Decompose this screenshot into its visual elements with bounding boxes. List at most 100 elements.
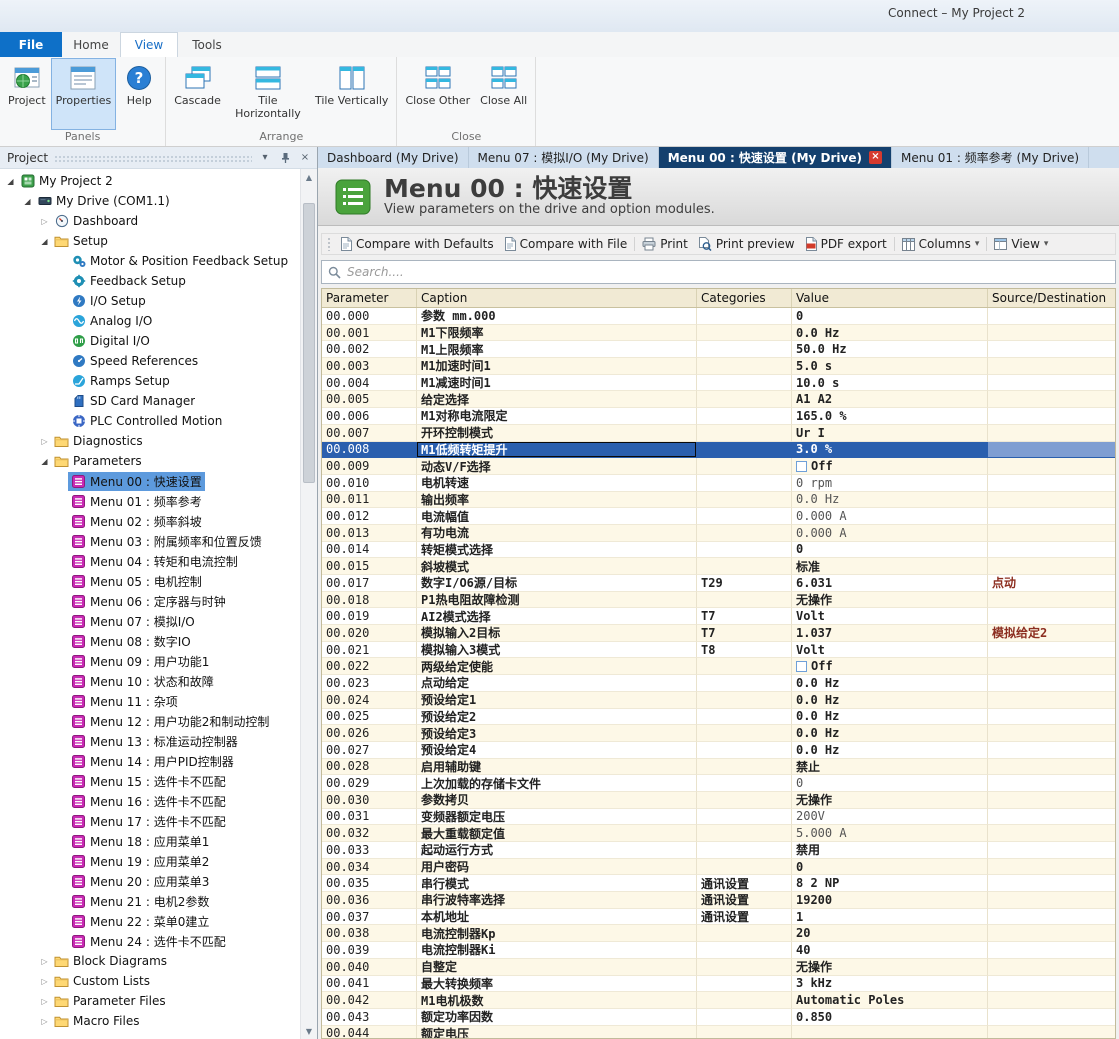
- tree-item[interactable]: ◢My Project 2: [0, 171, 300, 191]
- table-row[interactable]: 00.011输出频率0.0 Hz: [322, 492, 1115, 509]
- document-tab[interactable]: Dashboard (My Drive): [318, 147, 469, 168]
- table-row[interactable]: 00.025预设给定20.0 Hz: [322, 709, 1115, 726]
- table-row[interactable]: 00.006M1对称电流限定165.0 %: [322, 408, 1115, 425]
- tree-item[interactable]: ▷Custom Lists: [0, 971, 300, 991]
- table-row[interactable]: 00.012电流幅值0.000 A: [322, 508, 1115, 525]
- tree-item[interactable]: Digital I/O: [0, 331, 300, 351]
- tree-item[interactable]: ▷Diagnostics: [0, 431, 300, 451]
- table-row[interactable]: 00.020模拟输入2目标T71.037模拟给定2: [322, 625, 1115, 642]
- ribbon-tab-view[interactable]: View: [120, 32, 178, 57]
- expand-arrow-icon[interactable]: ▷: [38, 977, 51, 986]
- table-row[interactable]: 00.017数字I/O6源/目标T296.031点动: [322, 575, 1115, 592]
- panel-drag-texture[interactable]: [54, 155, 252, 163]
- tree-item[interactable]: ▷Macro Files: [0, 1011, 300, 1031]
- table-row[interactable]: 00.018P1热电阻故障检测无操作: [322, 592, 1115, 609]
- tree-item[interactable]: Menu 06 : 定序器与时钟: [0, 591, 300, 611]
- tree-item[interactable]: Menu 08 : 数字IO: [0, 631, 300, 651]
- pdf-export-button[interactable]: PDF export: [800, 234, 892, 254]
- tree-item[interactable]: Menu 10 : 状态和故障: [0, 671, 300, 691]
- compare-defaults-button[interactable]: Compare with Defaults: [335, 234, 499, 254]
- table-row[interactable]: 00.039电流控制器Ki40: [322, 942, 1115, 959]
- tree-item[interactable]: Menu 12 : 用户功能2和制动控制: [0, 711, 300, 731]
- tree-item[interactable]: Menu 09 : 用户功能1: [0, 651, 300, 671]
- table-row[interactable]: 00.007开环控制模式Ur I: [322, 425, 1115, 442]
- expand-arrow-icon[interactable]: ▷: [38, 957, 51, 966]
- table-row[interactable]: 00.028启用辅助键禁止: [322, 759, 1115, 776]
- tree-item[interactable]: SD Card Manager: [0, 391, 300, 411]
- tree-item[interactable]: Menu 14 : 用户PID控制器: [0, 751, 300, 771]
- table-row[interactable]: 00.041最大转换频率3 kHz: [322, 976, 1115, 993]
- column-header-value[interactable]: Value: [792, 289, 988, 307]
- tree-item[interactable]: ▷Block Diagrams: [0, 951, 300, 971]
- column-header-parameter[interactable]: Parameter: [322, 289, 417, 307]
- table-row[interactable]: 00.015斜坡模式标准: [322, 558, 1115, 575]
- table-row[interactable]: 00.043额定功率因数0.850: [322, 1009, 1115, 1026]
- document-tab[interactable]: Menu 07 : 模拟I/O (My Drive): [469, 147, 659, 168]
- tree-item[interactable]: Menu 03 : 附属频率和位置反馈: [0, 531, 300, 551]
- tree-item[interactable]: Menu 17 : 选件卡不匹配: [0, 811, 300, 831]
- tree-item[interactable]: Menu 02 : 频率斜坡: [0, 511, 300, 531]
- table-row[interactable]: 00.005给定选择A1 A2: [322, 391, 1115, 408]
- table-row[interactable]: 00.023点动给定0.0 Hz: [322, 675, 1115, 692]
- table-row[interactable]: 00.040自整定无操作: [322, 959, 1115, 976]
- view-button[interactable]: View▾: [989, 234, 1053, 254]
- table-row[interactable]: 00.009动态V/F选择Off: [322, 458, 1115, 475]
- tree-item[interactable]: Speed References: [0, 351, 300, 371]
- tree-item[interactable]: Menu 21 : 电机2参数: [0, 891, 300, 911]
- table-row[interactable]: 00.029上次加载的存储卡文件0: [322, 775, 1115, 792]
- tile-horizontal-button[interactable]: Tile Horizontally: [226, 58, 310, 130]
- scroll-up-icon[interactable]: ▲: [301, 169, 317, 185]
- column-header-categories[interactable]: Categories: [697, 289, 792, 307]
- table-row[interactable]: 00.035串行模式通讯设置8 2 NP: [322, 875, 1115, 892]
- table-row[interactable]: 00.003M1加速时间15.0 s: [322, 358, 1115, 375]
- table-row[interactable]: 00.030参数拷贝无操作: [322, 792, 1115, 809]
- close-other-button[interactable]: Close Other: [400, 58, 475, 130]
- table-row[interactable]: 00.034用户密码0: [322, 859, 1115, 876]
- tree-item[interactable]: Menu 11 : 杂项: [0, 691, 300, 711]
- tree-item[interactable]: ◢My Drive (COM1.1): [0, 191, 300, 211]
- compare-file-button[interactable]: Compare with File: [499, 234, 633, 254]
- document-tab[interactable]: Menu 00 : 快速设置 (My Drive)×: [659, 147, 892, 168]
- column-header-source-destination[interactable]: Source/Destination: [988, 289, 1115, 307]
- tree-item[interactable]: Menu 01 : 频率参考: [0, 491, 300, 511]
- tree-item[interactable]: Menu 18 : 应用菜单1: [0, 831, 300, 851]
- close-all-button[interactable]: Close All: [475, 58, 532, 130]
- print-button[interactable]: Print: [637, 234, 693, 254]
- table-row[interactable]: 00.026预设给定30.0 Hz: [322, 725, 1115, 742]
- tab-close-icon[interactable]: ×: [869, 151, 882, 164]
- ribbon-tab-home[interactable]: Home: [62, 32, 120, 57]
- table-row[interactable]: 00.044额定电压: [322, 1026, 1115, 1038]
- tree-item[interactable]: Menu 04 : 转矩和电流控制: [0, 551, 300, 571]
- table-row[interactable]: 00.010电机转速0 rpm: [322, 475, 1115, 492]
- project-tree-scrollbar[interactable]: ▲ ▼: [300, 169, 317, 1039]
- table-row[interactable]: 00.000参数 mm.0000: [322, 308, 1115, 325]
- table-row[interactable]: 00.036串行波特率选择通讯设置19200: [322, 892, 1115, 909]
- tree-item[interactable]: Menu 24 : 选件卡不匹配: [0, 931, 300, 951]
- scrollbar-track[interactable]: [301, 185, 317, 1023]
- table-row[interactable]: 00.033起动运行方式禁用: [322, 842, 1115, 859]
- tree-item[interactable]: Menu 00 : 快速设置: [0, 471, 300, 491]
- table-row[interactable]: 00.014转矩模式选择0: [322, 542, 1115, 559]
- tree-item[interactable]: ▷Parameter Files: [0, 991, 300, 1011]
- scrollbar-thumb[interactable]: [303, 203, 315, 483]
- tree-item[interactable]: ◢Parameters: [0, 451, 300, 471]
- tile-vertical-button[interactable]: Tile Vertically: [310, 58, 394, 130]
- tree-item[interactable]: Ramps Setup: [0, 371, 300, 391]
- tree-item[interactable]: Menu 07 : 模拟I/O: [0, 611, 300, 631]
- table-row[interactable]: 00.004M1减速时间110.0 s: [322, 375, 1115, 392]
- table-row[interactable]: 00.001M1下限频率0.0 Hz: [322, 325, 1115, 342]
- expand-arrow-icon[interactable]: ▷: [38, 997, 51, 1006]
- table-row[interactable]: 00.037本机地址通讯设置1: [322, 909, 1115, 926]
- tree-item[interactable]: Menu 15 : 选件卡不匹配: [0, 771, 300, 791]
- table-row[interactable]: 00.031变频器额定电压200V: [322, 809, 1115, 826]
- tree-item[interactable]: Menu 16 : 选件卡不匹配: [0, 791, 300, 811]
- tree-item[interactable]: Menu 22 : 菜单0建立: [0, 911, 300, 931]
- expand-arrow-icon[interactable]: ▷: [38, 1017, 51, 1026]
- collapse-arrow-icon[interactable]: ◢: [38, 237, 51, 246]
- expand-arrow-icon[interactable]: ▷: [38, 217, 51, 226]
- toolbar-grip[interactable]: [327, 237, 332, 251]
- search-input[interactable]: [347, 265, 1109, 279]
- table-row[interactable]: 00.022两级给定使能Off: [322, 658, 1115, 675]
- print-preview-button[interactable]: Print preview: [693, 234, 800, 254]
- ribbon-tab-tools[interactable]: Tools: [178, 32, 236, 57]
